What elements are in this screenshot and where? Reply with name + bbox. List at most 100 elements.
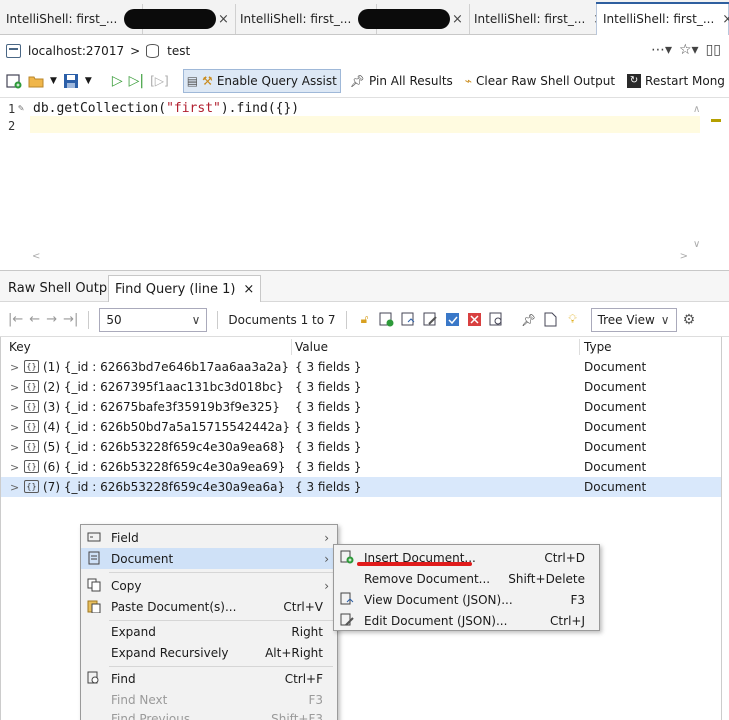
tab-find-query[interactable]: Find Query (line 1) ×	[108, 275, 262, 302]
table-row[interactable]: > {} (4) {_id : 626b50bd7a5a15715542442a} {…	[1, 417, 721, 437]
menu-item-expand[interactable]: Expand Right	[81, 621, 337, 642]
menu-item-view-document-json[interactable]: View Document (JSON)... F3	[334, 589, 599, 610]
table-row[interactable]: > {} (6) {_id : 626b53228f659c4e30a9ea69} {…	[1, 457, 721, 477]
menu-item-label: Remove Document...	[364, 571, 491, 586]
vertical-scrollbar[interactable]: ∧ ∨	[691, 102, 705, 252]
tab-label: Raw Shell Output	[8, 281, 121, 296]
menu-item-label: Find	[111, 671, 136, 686]
menu-item-expand-recursively[interactable]: Expand Recursively Alt+Right	[81, 642, 337, 663]
column-header-key[interactable]: Key	[9, 340, 31, 354]
database-name[interactable]: test	[167, 44, 190, 58]
tab-intellishell-3[interactable]: IntelliShell: first_... ×	[468, 4, 612, 34]
tab-intellishell-active[interactable]: IntelliShell: first_... ×	[596, 2, 729, 35]
edit-document-icon[interactable]	[423, 312, 439, 328]
table-row[interactable]: > {} (2) {_id : 6267395f1aac131bc3d018bc} {…	[1, 377, 721, 397]
new-file-icon[interactable]	[543, 312, 559, 328]
expand-arrow-icon[interactable]: >	[10, 381, 19, 394]
expand-arrow-icon[interactable]: >	[10, 461, 19, 474]
table-row[interactable]: > {} (1) {_id : 62663bd7e646b17aa6aa3a2a} {…	[1, 357, 721, 377]
clear-raw-shell-output-button[interactable]: ⌁ Clear Raw Shell Output	[462, 69, 618, 93]
execute-current-icon[interactable]: ▷|	[129, 73, 144, 89]
previous-page-icon[interactable]: ←	[29, 312, 40, 327]
new-query-icon[interactable]	[6, 73, 22, 89]
layout-icon[interactable]: ▯▯	[706, 42, 721, 58]
chevron-down-icon[interactable]: ▼	[85, 76, 92, 86]
view-document-icon[interactable]	[401, 312, 417, 328]
close-icon[interactable]: ×	[218, 12, 229, 27]
code-line-1[interactable]: db.getCollection("first").find({})	[33, 101, 299, 116]
pin-icon[interactable]: 📌︎	[521, 312, 537, 328]
scroll-right-icon[interactable]: >	[680, 251, 688, 262]
scroll-up-icon[interactable]: ∧	[693, 104, 700, 115]
scroll-left-icon[interactable]: <	[32, 251, 40, 262]
breadcrumb-separator: >	[130, 44, 141, 58]
column-header-value[interactable]: Value	[295, 340, 328, 354]
query-assist-icon: ▤	[186, 74, 199, 88]
clear-raw-shell-output-label: Clear Raw Shell Output	[476, 74, 616, 88]
find-in-results-icon[interactable]	[489, 312, 505, 328]
open-folder-icon[interactable]	[28, 73, 44, 89]
enable-query-assist-button[interactable]: ▤ ⚒ Enable Query Assist	[182, 69, 341, 93]
menu-item-edit-document-json[interactable]: Edit Document (JSON)... Ctrl+J	[334, 610, 599, 631]
execute-icon[interactable]: ▷	[112, 73, 123, 89]
menu-item-paste-documents[interactable]: Paste Document(s)... Ctrl+V	[81, 596, 337, 617]
expand-arrow-icon[interactable]: >	[10, 441, 19, 454]
more-options-icon[interactable]: ⋯▾	[651, 42, 672, 58]
settings-gear-icon[interactable]: ⚙	[683, 312, 696, 328]
magic-wand-icon: ⚒	[202, 74, 213, 88]
line-number-gutter: 1 ✎ 2	[0, 98, 30, 248]
table-row[interactable]: > {} (7) {_id : 626b53228f659c4e30a9ea6a} {…	[1, 477, 721, 497]
annotation-underline	[357, 562, 472, 566]
close-icon[interactable]: ×	[452, 12, 463, 27]
row-key: (5) {_id : 626b53228f659c4e30a9ea68}	[43, 440, 286, 454]
document-node-icon: {}	[24, 440, 39, 453]
tab-redacted-2[interactable]: ×	[352, 4, 470, 34]
document-node-icon: {}	[24, 480, 39, 493]
current-line-highlight	[30, 116, 700, 133]
view-json-icon	[340, 592, 354, 606]
last-page-icon[interactable]: →|	[63, 312, 78, 327]
favorite-star-icon[interactable]: ☆▾	[679, 42, 699, 58]
overview-ruler-marker	[711, 119, 721, 122]
row-value: { 3 fields }	[295, 420, 362, 434]
scroll-down-icon[interactable]: ∨	[693, 239, 700, 250]
submenu-arrow-icon: ›	[324, 530, 329, 545]
query-editor[interactable]: 1 ✎ 2 db.getCollection("first").find({}) …	[0, 97, 729, 267]
row-key: (4) {_id : 626b50bd7a5a15715542442a}	[43, 420, 291, 434]
lock-icon[interactable]: 🔓︎	[357, 312, 373, 328]
restart-button[interactable]: ↻ Restart Mong	[624, 69, 728, 93]
validate-icon[interactable]	[445, 312, 461, 328]
menu-item-copy[interactable]: Copy ›	[81, 575, 337, 596]
menu-item-field[interactable]: Field ›	[81, 527, 337, 548]
expand-arrow-icon[interactable]: >	[10, 481, 19, 494]
row-key: (7) {_id : 626b53228f659c4e30a9ea6a}	[43, 480, 286, 494]
horizontal-scrollbar[interactable]: < >	[30, 251, 690, 263]
close-icon[interactable]: ×	[722, 12, 729, 27]
pin-all-results-button[interactable]: 📌︎ Pin All Results	[347, 69, 456, 93]
next-page-icon[interactable]: →	[46, 312, 57, 327]
menu-item-remove-document[interactable]: Remove Document... Shift+Delete	[334, 568, 599, 589]
view-mode-select[interactable]: Tree View ∨	[590, 307, 677, 332]
expand-arrow-icon[interactable]: >	[10, 361, 19, 374]
delete-document-icon[interactable]	[467, 312, 483, 328]
table-row[interactable]: > {} (5) {_id : 626b53228f659c4e30a9ea68} {…	[1, 437, 721, 457]
table-row[interactable]: > {} (3) {_id : 62675bafe3f35919b3f9e325} {…	[1, 397, 721, 417]
expand-arrow-icon[interactable]: >	[10, 401, 19, 414]
lightbulb-icon[interactable]: 💡︎	[565, 312, 581, 328]
add-document-icon[interactable]	[379, 312, 395, 328]
close-icon[interactable]: ×	[243, 282, 254, 297]
menu-item-document[interactable]: Document ›	[81, 548, 337, 569]
connection-host[interactable]: localhost:27017	[28, 44, 124, 58]
broom-icon: ⌁	[464, 74, 473, 88]
save-icon[interactable]	[63, 73, 79, 89]
divider	[217, 310, 219, 329]
chevron-down-icon[interactable]: ▼	[50, 76, 57, 86]
menu-item-shortcut: Right	[291, 624, 323, 639]
execute-step-icon[interactable]: [▷]	[150, 74, 169, 88]
column-header-type[interactable]: Type	[584, 340, 612, 354]
menu-item-find[interactable]: Find Ctrl+F	[81, 668, 337, 689]
tab-redacted-1[interactable]: ×	[118, 4, 236, 34]
page-size-select[interactable]: 50 ∨	[99, 307, 208, 332]
expand-arrow-icon[interactable]: >	[10, 421, 19, 434]
first-page-icon[interactable]: |←	[8, 312, 23, 327]
